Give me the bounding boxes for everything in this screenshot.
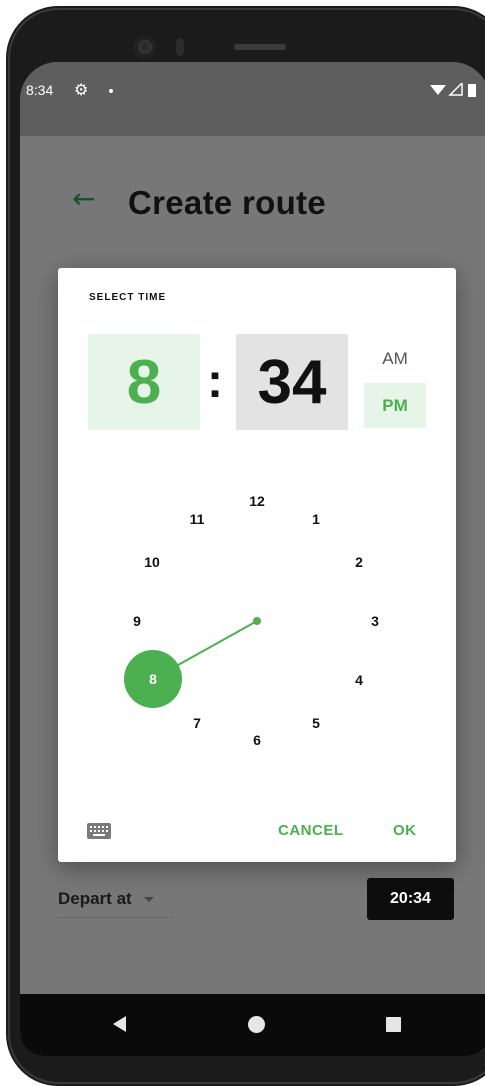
time-picker-dialog: SELECT TIME 8 : 34 AM PM 12 1 2 3 4 5 6 … [58,268,456,862]
depart-underline [58,917,173,918]
caret-down-icon [144,897,155,903]
clock-number-12[interactable]: 12 [242,486,272,516]
clock-number-10[interactable]: 10 [137,547,167,577]
nav-bar [20,994,485,1056]
cancel-button[interactable]: CANCEL [278,822,344,839]
signal-icon [448,83,463,96]
clock-number-selected[interactable]: 8 [124,650,182,708]
status-icons [430,83,476,97]
clock-number-5[interactable]: 5 [301,708,331,738]
ok-button[interactable]: OK [393,822,417,839]
clock-dial[interactable]: 12 1 2 3 4 5 6 7 9 10 11 8 [58,268,456,862]
sensor [176,38,184,56]
clock-number-7[interactable]: 7 [182,708,212,738]
clock-number-4[interactable]: 4 [344,665,374,695]
screen: 8:34 ⚙ ← Create route Depart at 20:34 SE… [20,62,485,1056]
keyboard-icon[interactable] [86,822,112,840]
nav-home-icon[interactable] [248,1016,265,1033]
time-chip[interactable]: 20:34 [367,878,454,920]
camera-icon [134,36,156,58]
clock-number-9[interactable]: 9 [122,606,152,636]
clock-number-6[interactable]: 6 [242,725,272,755]
battery-icon [468,84,476,97]
clock-hand [152,617,261,680]
page-title: Create route [128,184,326,221]
clock-number-2[interactable]: 2 [344,547,374,577]
status-bar: 8:34 ⚙ [20,62,485,136]
clock-number-11[interactable]: 11 [182,504,212,534]
nav-recents-icon[interactable] [386,1017,401,1032]
notification-dot-icon [109,89,113,93]
depart-dropdown[interactable]: Depart at [58,889,155,909]
speaker-grille [234,44,286,50]
clock-number-1[interactable]: 1 [301,504,331,534]
wifi-icon [430,85,446,95]
nav-back-icon[interactable] [113,1016,126,1032]
gear-icon: ⚙ [74,80,89,99]
depart-label: Depart at [58,889,132,908]
clock-center-dot [253,617,261,625]
back-arrow-icon[interactable]: ← [72,184,95,214]
status-time: 8:34 [26,82,54,98]
clock-number-3[interactable]: 3 [360,606,390,636]
